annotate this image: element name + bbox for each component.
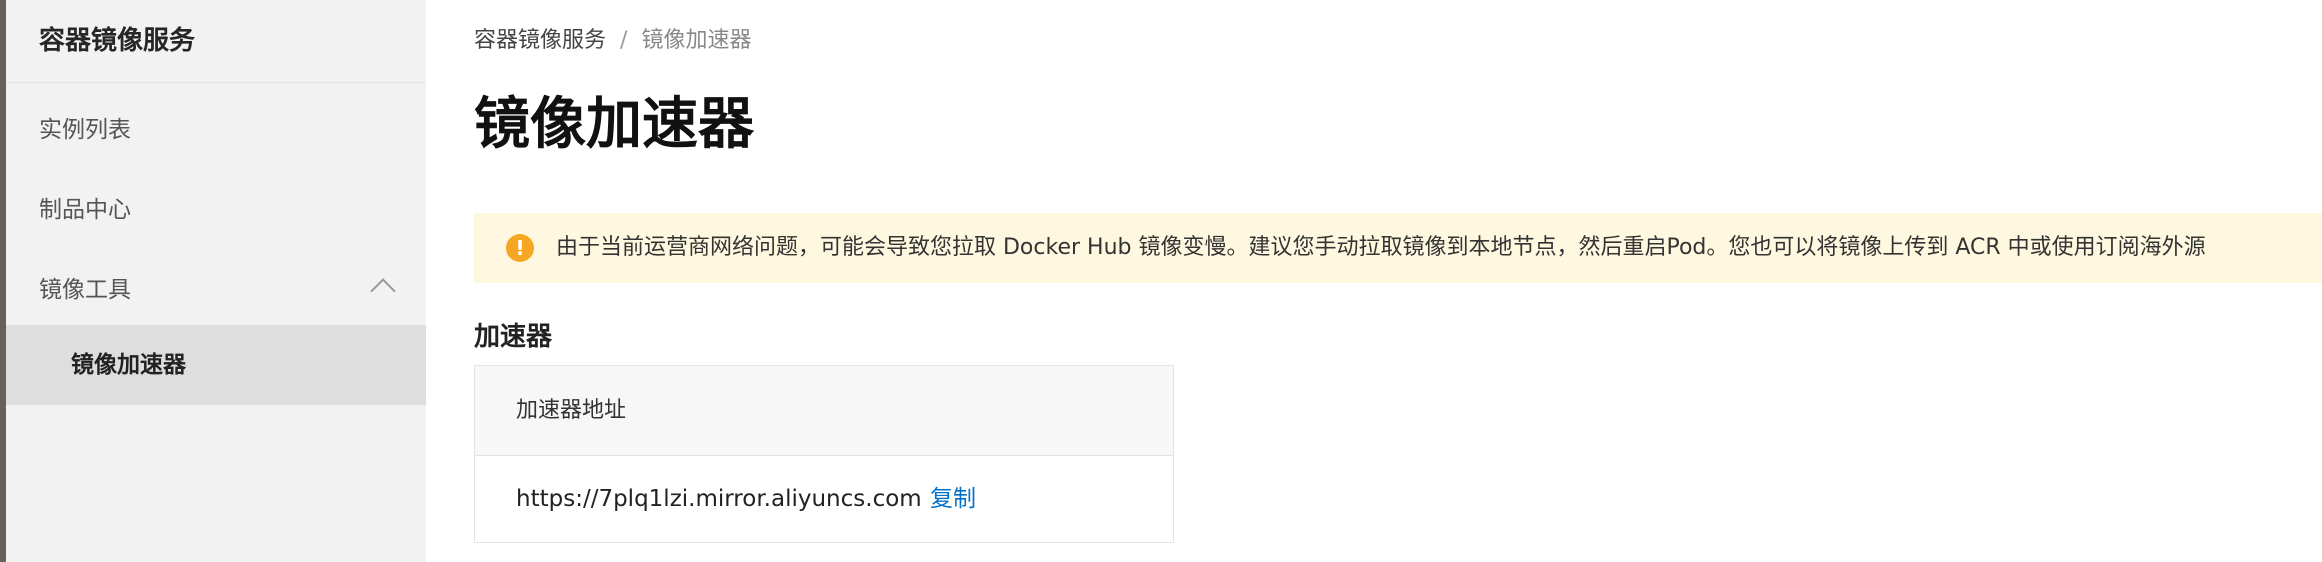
sidebar-item-image-tools[interactable]: 镜像工具 xyxy=(6,250,426,330)
sidebar-item-label: 镜像加速器 xyxy=(71,352,186,378)
main-content: 容器镜像服务 / 镜像加速器 镜像加速器 ! 由于当前运营商网络问题，可能会导致您拉… xyxy=(426,0,2322,562)
accelerator-card: 加速器地址 https://7plq1lzi.mirror.aliyuncs.c… xyxy=(474,365,1174,543)
section-title: 加速器 xyxy=(474,322,553,352)
accelerator-address-header: 加速器地址 xyxy=(516,398,627,423)
breadcrumb-root-link[interactable]: 容器镜像服务 xyxy=(474,28,606,53)
sidebar-title: 容器镜像服务 xyxy=(39,26,196,56)
sidebar-item-label: 实例列表 xyxy=(39,117,131,143)
breadcrumb-separator: / xyxy=(620,28,628,53)
sidebar: 容器镜像服务 实例列表 制品中心 镜像工具 镜像加速器 xyxy=(6,0,426,562)
sidebar-item-instance-list[interactable]: 实例列表 xyxy=(6,90,426,170)
warning-icon: ! xyxy=(506,234,534,262)
sidebar-item-artifact-center[interactable]: 制品中心 xyxy=(6,170,426,250)
card-body: https://7plq1lzi.mirror.aliyuncs.com 复制 xyxy=(475,456,1173,542)
sidebar-item-label: 制品中心 xyxy=(39,197,131,223)
accelerator-address: https://7plq1lzi.mirror.aliyuncs.com xyxy=(516,486,922,512)
warning-alert: ! 由于当前运营商网络问题，可能会导致您拉取 Docker Hub 镜像变慢。建… xyxy=(474,213,2322,283)
chevron-up-icon[interactable] xyxy=(370,278,396,304)
sidebar-item-label: 镜像工具 xyxy=(39,277,131,303)
sidebar-divider xyxy=(6,82,426,83)
copy-button[interactable]: 复制 xyxy=(930,456,976,542)
card-header: 加速器地址 xyxy=(475,366,1173,456)
alert-text: 由于当前运营商网络问题，可能会导致您拉取 Docker Hub 镜像变慢。建议您… xyxy=(556,235,2206,260)
breadcrumb: 容器镜像服务 / 镜像加速器 xyxy=(474,22,751,54)
sidebar-item-image-accelerator[interactable]: 镜像加速器 xyxy=(6,325,426,405)
page-title: 镜像加速器 xyxy=(474,92,754,157)
breadcrumb-current: 镜像加速器 xyxy=(641,28,752,53)
